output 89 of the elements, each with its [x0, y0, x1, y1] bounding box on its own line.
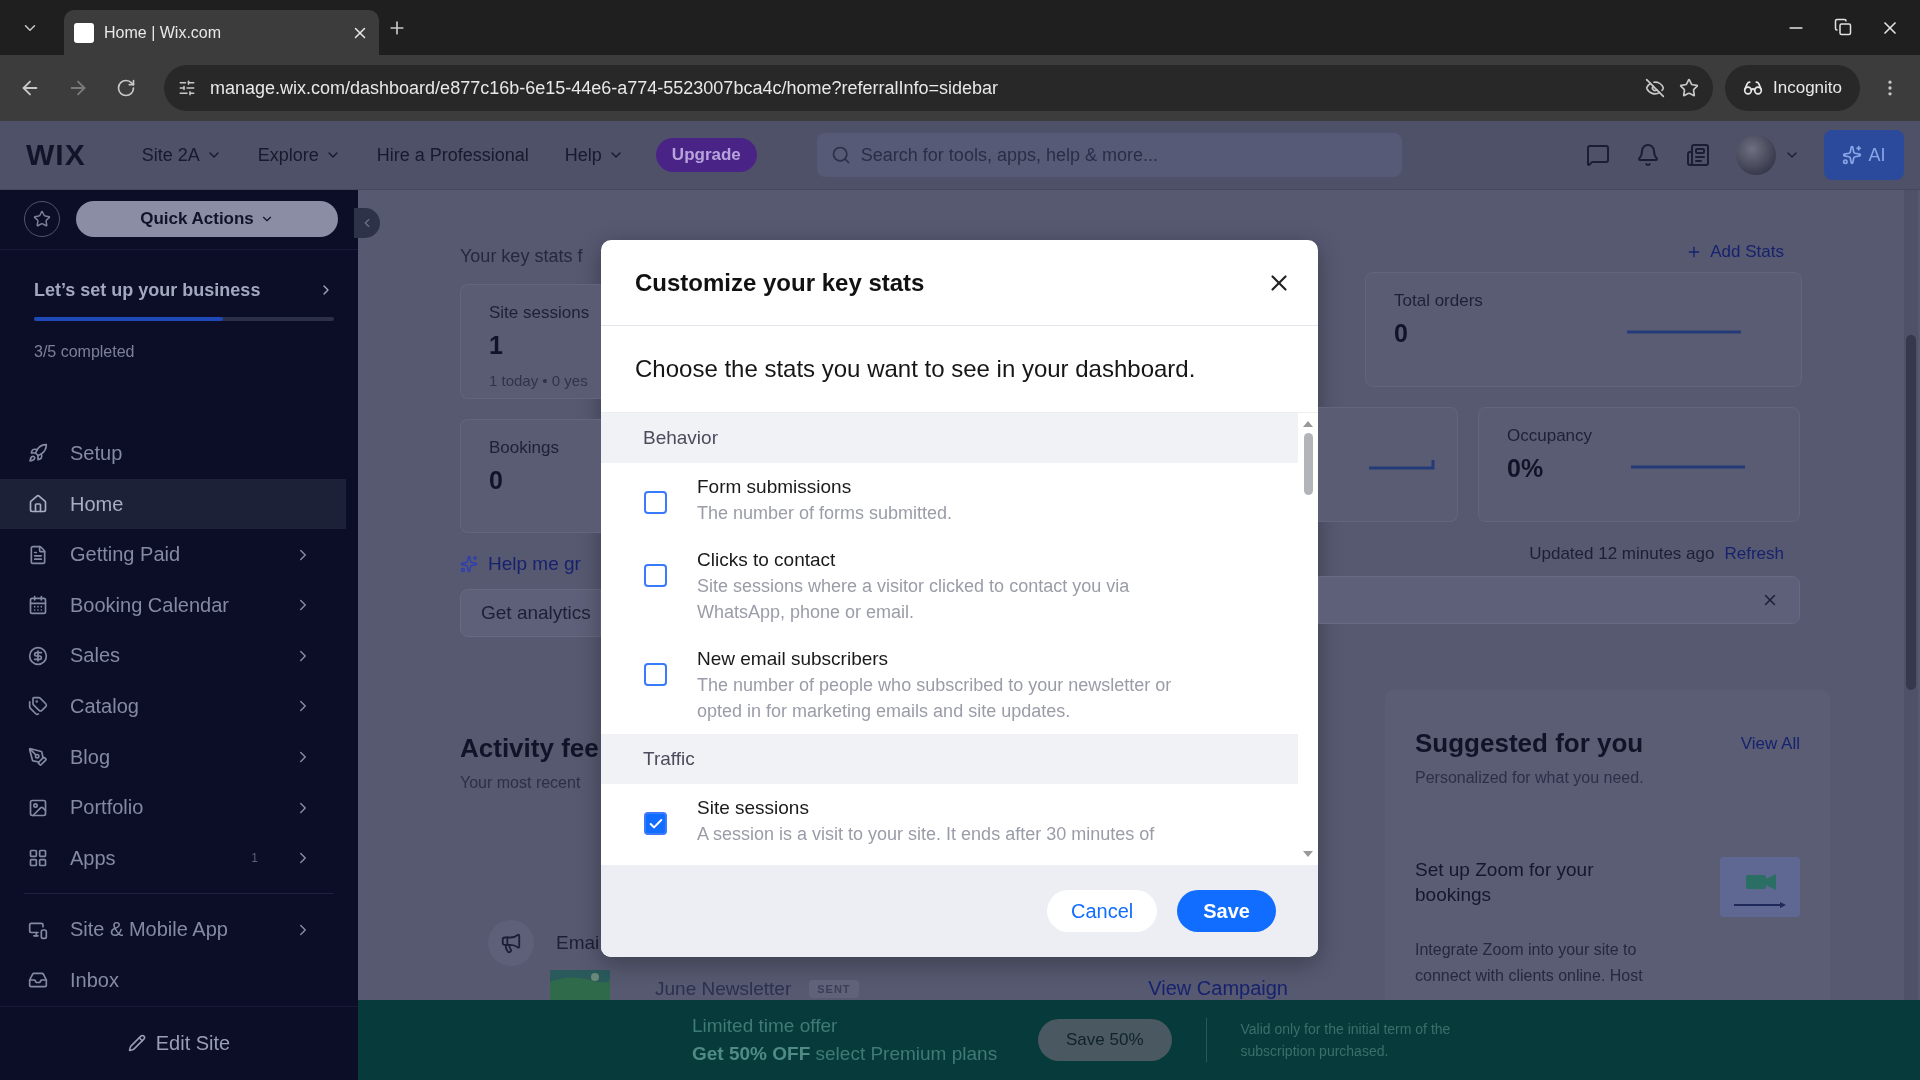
star-icon	[33, 210, 51, 229]
promo-headline: Limited time offer	[692, 1015, 839, 1037]
count-label: 1	[251, 851, 258, 866]
notifications-icon[interactable]	[1636, 143, 1660, 167]
stat-value: 0	[1394, 319, 1408, 348]
chat-icon[interactable]	[1586, 143, 1610, 167]
grid-icon	[28, 848, 48, 869]
promo-offer: Get 50% OFF select Premium plans	[692, 1043, 999, 1065]
dollar-icon	[28, 645, 48, 666]
stat-option-description: The number of people who subscribed to your newsletter or opted in for marketing emails and site updates.	[697, 674, 1173, 723]
stat-title: Bookings	[489, 437, 560, 458]
scrollbar[interactable]	[1904, 190, 1918, 1000]
scroll-thumb[interactable]	[1303, 433, 1313, 495]
activity-title: Emai	[556, 932, 600, 955]
sidebar-item[interactable]: Getting Paid	[0, 529, 346, 580]
group-header: Behavior	[601, 413, 1298, 463]
sidebar-item[interactable]: Setup	[0, 428, 346, 479]
tag-icon	[28, 696, 48, 717]
stat-card[interactable]: Total orders 0	[1365, 272, 1802, 387]
scroll-down-icon[interactable]	[1303, 851, 1313, 857]
sidebar-item[interactable]: Portfolio	[0, 782, 346, 833]
sidebar-item[interactable]: Booking Calendar	[0, 579, 346, 631]
image-icon	[28, 797, 48, 818]
rocket-icon	[28, 443, 48, 464]
updated-text: Updated 12 minutes ago	[1529, 544, 1715, 564]
quick-actions-button[interactable]: Quick Actions	[76, 201, 338, 238]
checkbox[interactable]	[644, 812, 667, 835]
stat-title: Total orders	[1394, 291, 1484, 311]
suggestion-title: Set up Zoom for your bookings	[1415, 858, 1595, 907]
stat-value: 0%	[1507, 454, 1544, 483]
stat-card[interactable]: Bookings 0	[460, 418, 601, 534]
sidebar-item[interactable]: Site & Mobile App	[0, 904, 346, 955]
ai-button[interactable]: AI	[1824, 130, 1904, 180]
section-title: Activity fee	[460, 733, 599, 765]
checkbox[interactable]	[644, 564, 667, 587]
sparkle-icon	[460, 555, 478, 574]
eye-off-icon[interactable]	[1645, 78, 1665, 98]
stat-option-description: Site sessions where a visitor clicked to contact you via WhatsApp, phone or email.	[697, 575, 1131, 624]
sparkline-drawing	[1367, 457, 1437, 472]
stat-option-description: A session is a visit to your site. It ends after 30 minutes of	[697, 823, 1156, 846]
browser-tab[interactable]: Home | Wix.com	[64, 10, 379, 55]
dialog-title: Customize your key stats	[635, 268, 925, 297]
sidebar-item[interactable]: Inbox	[0, 955, 346, 1006]
checkbox[interactable]	[644, 491, 667, 514]
checkbox[interactable]	[644, 663, 667, 686]
stat-title: Site sessions	[489, 302, 591, 323]
sparkle-icon	[1842, 145, 1863, 165]
inbox-icon	[28, 970, 48, 991]
home-icon	[28, 494, 48, 515]
group-header: Traffic	[601, 734, 1298, 784]
progress-text: 3/5 completed	[34, 342, 136, 361]
stat-title: Occupancy	[1507, 426, 1594, 446]
site-favicon-icon	[74, 22, 94, 43]
analytics-prompt[interactable]: Get analytics	[460, 589, 601, 638]
avatar[interactable]	[1736, 135, 1776, 175]
stat-card[interactable]: Occupancy 0%	[1478, 407, 1800, 522]
cancel-button[interactable]: Cancel	[1047, 890, 1158, 932]
reload-icon[interactable]	[116, 78, 136, 98]
save-button[interactable]: Save	[1177, 890, 1276, 932]
stat-option-title: New email subscribers	[697, 647, 890, 670]
glasses-icon	[1743, 78, 1763, 98]
stat-option-title: Site sessions	[697, 796, 810, 819]
pen-icon	[28, 747, 48, 767]
calendar-icon	[28, 595, 48, 616]
stat-value: 1	[489, 330, 503, 360]
profile-button[interactable]: Incognito	[1725, 65, 1860, 111]
sidebar-item[interactable]: Apps 1	[0, 832, 346, 884]
address-bar[interactable]: manage.wix.com/dashboard/e877c16b-6e15-44e6-a774-5523007bca4c/home?referralInfo=sidebar	[164, 65, 1713, 111]
megaphone-icon	[500, 932, 522, 955]
pencil-icon	[127, 1034, 146, 1053]
sidebar-item[interactable]: Blog	[0, 731, 346, 783]
document-icon	[28, 544, 48, 565]
news-icon[interactable]	[1686, 143, 1710, 167]
restore-icon[interactable]	[1834, 17, 1852, 36]
stat-value: 0	[489, 465, 503, 495]
setup-link[interactable]: Let’s set up your business	[34, 279, 334, 301]
search-icon	[830, 145, 851, 165]
scroll-up-icon[interactable]	[1303, 421, 1313, 427]
upgrade-button[interactable]: Upgrade	[655, 138, 757, 172]
site-info-icon[interactable]	[178, 79, 196, 97]
sidebar-item[interactable]: Home	[0, 478, 346, 530]
sidebar-item[interactable]: Catalog	[0, 681, 346, 732]
stat-option-title: Form submissions	[697, 475, 853, 498]
edit-site-button[interactable]: Edit Site	[121, 1030, 237, 1056]
stat-option-title: Clicks to contact	[697, 548, 837, 571]
bookmark-star-icon[interactable]	[1679, 78, 1699, 98]
stat-option-description: The number of forms submitted.	[697, 502, 954, 525]
sidebar-item[interactable]: Sales	[0, 630, 346, 682]
section-title: Suggested for you	[1415, 728, 1644, 759]
